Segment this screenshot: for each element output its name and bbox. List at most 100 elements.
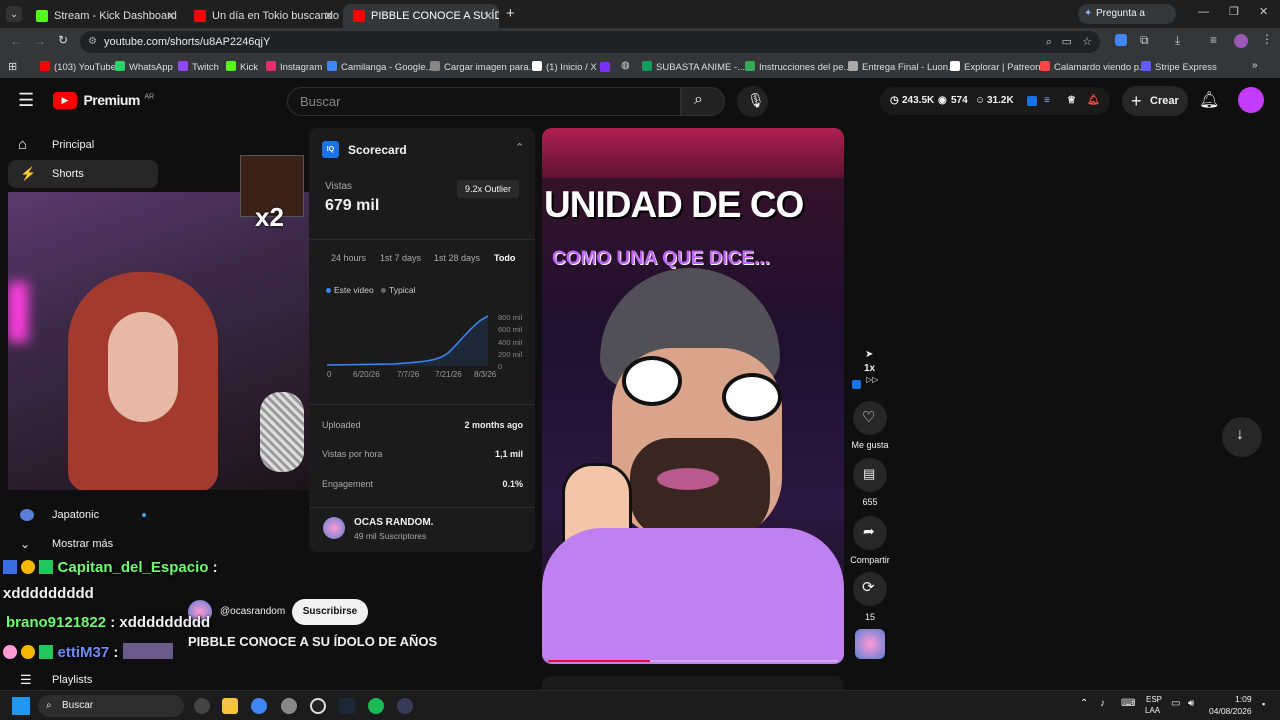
- site-info-icon[interactable]: ⚙: [88, 31, 97, 53]
- settings-icon[interactable]: [281, 698, 297, 714]
- voice-search-button[interactable]: 🎙: [737, 86, 768, 117]
- channel-avatar[interactable]: [323, 517, 345, 539]
- bookmark-instrucciones[interactable]: Instrucciones del pe...: [745, 61, 851, 73]
- forward-icon[interactable]: →: [34, 34, 46, 48]
- media-icon[interactable]: ≡: [1210, 33, 1217, 47]
- maximize-button[interactable]: ❐: [1229, 5, 1239, 18]
- bookmark-globe-icon[interactable]: ◍: [621, 60, 630, 71]
- gemini-button[interactable]: ✦ Pregunta a Gemini: [1078, 4, 1176, 39]
- create-button[interactable]: + Crear: [1122, 86, 1188, 116]
- remix-button[interactable]: ⟳: [853, 572, 887, 606]
- range-tab-24h[interactable]: 24 hours: [331, 253, 366, 263]
- bookmark-whatsapp[interactable]: WhatsApp: [115, 61, 173, 73]
- back-icon[interactable]: ←: [10, 34, 22, 48]
- channel-name[interactable]: OCAS RANDOM.: [354, 517, 433, 528]
- bookmark-patreon[interactable]: Explorar | Patreon: [950, 61, 1040, 73]
- bookmark-stripe[interactable]: Stripe Express: [1141, 61, 1217, 73]
- spotify-icon[interactable]: [368, 698, 384, 714]
- bookmark-entrega[interactable]: Entrega Final - Luon...: [848, 61, 956, 73]
- sidebar-item-shorts[interactable]: ⚡ Shorts: [8, 160, 158, 188]
- speed-label[interactable]: 1x: [864, 363, 875, 374]
- youtube-logo[interactable]: ▶ Premium AR: [53, 92, 154, 110]
- tab-tokio[interactable]: Un día en Tokio buscando JOYA ✕: [184, 4, 340, 28]
- extension-icon[interactable]: [1115, 34, 1127, 46]
- menu-icon[interactable]: ⋮: [1261, 32, 1273, 46]
- keyboard-icon[interactable]: ⌨: [1121, 698, 1135, 709]
- volume-icon[interactable]: 🔊︎: [1188, 698, 1194, 709]
- search-button[interactable]: ⌕: [681, 87, 725, 116]
- bookmark-youtube[interactable]: (103) YouTube: [40, 61, 116, 73]
- subscribe-button[interactable]: Suscribirse: [292, 599, 368, 625]
- windows-start-icon[interactable]: [12, 697, 30, 715]
- bookmark-star-icon[interactable]: ☆: [1082, 31, 1092, 53]
- vidiq-icon[interactable]: [1027, 96, 1037, 106]
- vidiq-speed-icon[interactable]: [852, 380, 861, 389]
- language-code[interactable]: ESP: [1146, 695, 1162, 704]
- range-tab-7d[interactable]: 1st 7 days: [380, 253, 421, 263]
- account-avatar[interactable]: [1238, 87, 1264, 113]
- bell-alert-icon[interactable]: 🔔︎: [1087, 87, 1100, 115]
- search-input[interactable]: Buscar: [287, 87, 681, 116]
- collapse-chevron-icon[interactable]: ⌃: [515, 141, 524, 154]
- network-icon[interactable]: ▭: [1171, 698, 1180, 709]
- range-tab-all[interactable]: Todo: [494, 253, 515, 263]
- bookmark-camilanga[interactable]: Camilanga - Google...: [327, 61, 433, 73]
- clock-time[interactable]: 1:09: [1235, 694, 1252, 704]
- notification-center-icon[interactable]: ▪: [1262, 699, 1265, 709]
- sidebar-item-principal[interactable]: ⌂ Principal: [8, 131, 158, 159]
- language-variant[interactable]: LAA: [1145, 706, 1160, 715]
- taskview-icon[interactable]: [194, 698, 210, 714]
- bookmark-purple-icon[interactable]: [600, 62, 610, 72]
- comments-button[interactable]: ▤: [853, 458, 887, 492]
- sidebar-item-mostrar-mas[interactable]: ⌄ Mostrar más: [8, 530, 158, 558]
- close-icon[interactable]: ✕: [483, 6, 493, 26]
- steam-icon[interactable]: [339, 698, 355, 714]
- url-input[interactable]: ⚙ youtube.com/shorts/u8AP2246qjY ⌕ ▭ ☆: [80, 31, 1100, 53]
- bookmark-calamardo[interactable]: Calamardo viendo p...: [1040, 61, 1147, 73]
- reload-icon[interactable]: ↻: [58, 33, 68, 47]
- puzzle-icon[interactable]: ⧉: [1140, 33, 1149, 48]
- bookmark-instagram[interactable]: Instagram: [266, 61, 322, 73]
- like-button[interactable]: ♡: [853, 401, 887, 435]
- zoom-icon[interactable]: ⌕: [1046, 31, 1052, 53]
- tab-list-button[interactable]: ⌄: [6, 6, 22, 22]
- hamburger-icon[interactable]: ☰: [18, 90, 34, 111]
- close-icon[interactable]: ✕: [166, 6, 176, 26]
- short-video-player[interactable]: UNIDAD DE CO COMO UNA QUE DICE...: [542, 128, 844, 664]
- minimize-button[interactable]: —: [1198, 6, 1209, 18]
- bookmark-twitch[interactable]: Twitch: [178, 61, 219, 73]
- channel-handle[interactable]: @ocasrandom: [220, 606, 285, 617]
- profile-avatar[interactable]: [1234, 34, 1248, 48]
- next-video-button[interactable]: ↓: [1222, 417, 1262, 457]
- sound-thumbnail[interactable]: [855, 629, 885, 659]
- mic-tray-icon[interactable]: ♪: [1100, 698, 1105, 709]
- tab-pibble[interactable]: PIBBLE CONOCE A SU ÍDOLO ✕: [343, 4, 499, 28]
- share-button[interactable]: ➦: [853, 516, 887, 550]
- close-icon[interactable]: ✕: [324, 6, 334, 26]
- clock-date[interactable]: 04/08/2026: [1209, 706, 1252, 716]
- tab-kick-dashboard[interactable]: Stream - Kick Dashboard ✕: [26, 4, 182, 28]
- chrome-icon[interactable]: [251, 698, 267, 714]
- chat-username: brano9121822: [6, 614, 107, 631]
- app-icon[interactable]: [397, 698, 413, 714]
- download-icon[interactable]: ⤓: [1175, 33, 1180, 48]
- sidebar-item-japatonic[interactable]: Japatonic: [8, 501, 158, 529]
- cast-icon[interactable]: ▭: [1062, 31, 1072, 53]
- new-tab-button[interactable]: +: [506, 5, 515, 22]
- obs-icon[interactable]: [310, 698, 326, 714]
- trophy-icon[interactable]: ♕: [1067, 87, 1076, 115]
- bookmark-x[interactable]: (1) Inicio / X: [532, 61, 597, 73]
- bookmark-cargar[interactable]: Cargar imagen para...: [430, 61, 536, 73]
- range-tab-28d[interactable]: 1st 28 days: [434, 253, 480, 263]
- video-title[interactable]: PIBBLE CONOCE A SU ÍDOLO DE AÑOS: [188, 634, 437, 649]
- bookmark-subasta[interactable]: SUBASTA ANIME -...: [642, 61, 745, 73]
- apps-icon[interactable]: ⊞: [8, 60, 17, 73]
- bookmark-kick[interactable]: Kick: [226, 61, 258, 73]
- notifications-icon[interactable]: 🔔︎: [1199, 90, 1219, 110]
- file-explorer-icon[interactable]: [222, 698, 238, 714]
- more-bookmarks-icon[interactable]: »: [1252, 60, 1258, 71]
- tray-chevron-icon[interactable]: ⌃: [1080, 698, 1088, 709]
- taskbar-search[interactable]: ⌕ Buscar: [38, 695, 184, 717]
- close-window-button[interactable]: ✕: [1259, 5, 1268, 18]
- list-icon[interactable]: ≡: [1044, 87, 1050, 115]
